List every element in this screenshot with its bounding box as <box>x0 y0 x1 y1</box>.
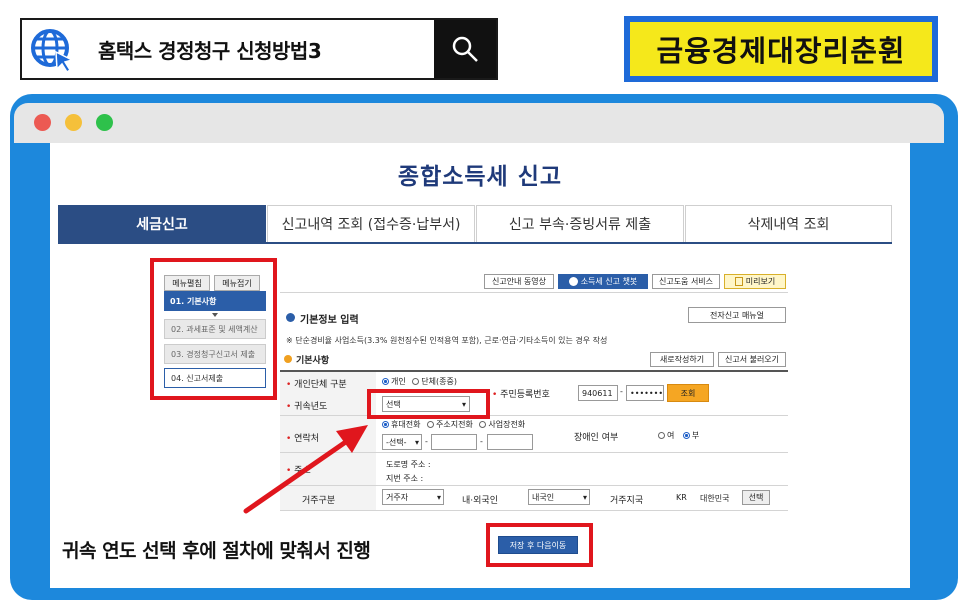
web-globe-icon <box>31 29 75 74</box>
maximize-window-dot[interactable] <box>96 114 113 131</box>
red-arrow-icon <box>243 425 368 514</box>
brand-text: 금융경제대장리춘휜 <box>630 22 932 76</box>
search-bar[interactable]: 홈택스 경정청구 신청방법3 <box>20 18 498 80</box>
search-text: 홈택스 경정청구 신청방법3 <box>98 39 322 63</box>
page-content: 종합소득세 신고 세금신고 신고내역 조회 (접수증·납부서) 신고 부속·증빙… <box>50 143 910 588</box>
close-window-dot[interactable] <box>34 114 51 131</box>
instruction-caption: 귀속 연도 선택 후에 절차에 맞춰서 진행 <box>62 540 371 562</box>
search-icon <box>452 36 478 62</box>
search-button[interactable] <box>434 20 496 78</box>
browser-titlebar <box>14 103 944 143</box>
brand-banner: 금융경제대장리춘휜 <box>624 16 938 82</box>
minimize-window-dot[interactable] <box>65 114 82 131</box>
